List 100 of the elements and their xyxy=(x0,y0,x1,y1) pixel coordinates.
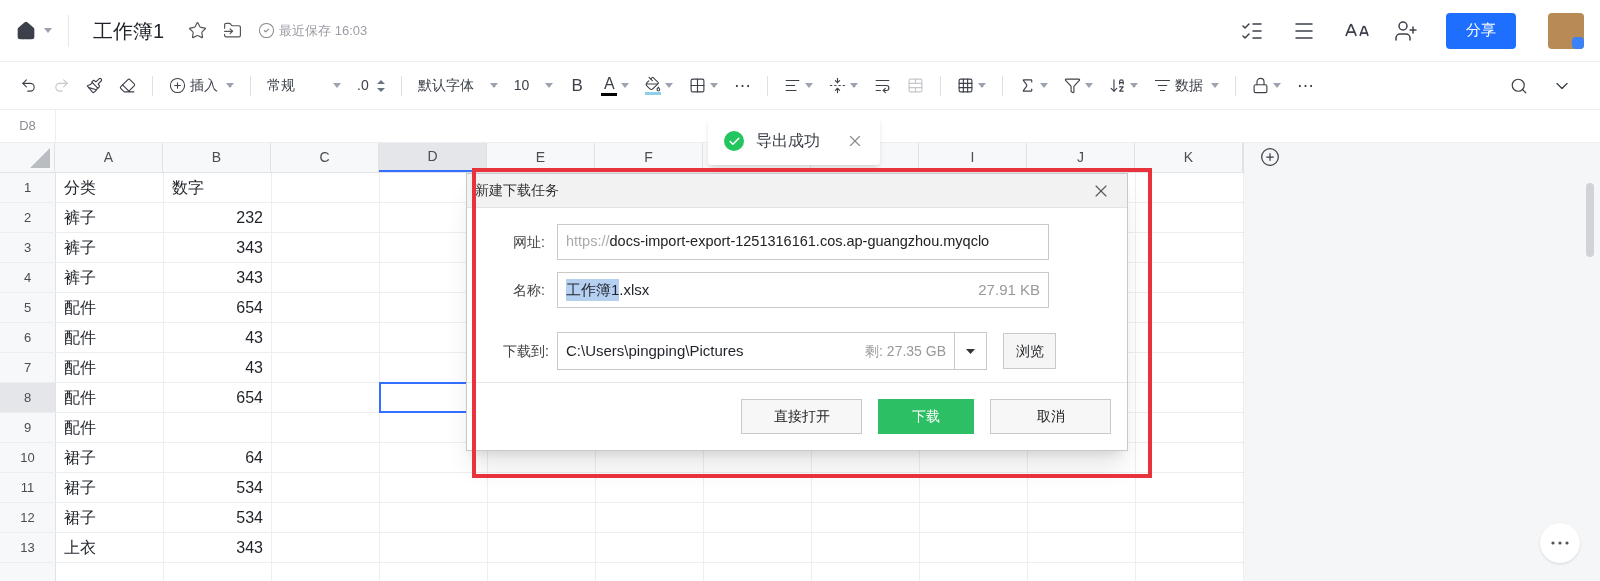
search-icon[interactable] xyxy=(1510,76,1528,95)
caret-icon xyxy=(489,83,498,88)
column-header[interactable]: D xyxy=(379,143,487,172)
caret-icon xyxy=(710,83,719,88)
table-cell: 配件 xyxy=(56,293,164,322)
list-icon xyxy=(1154,77,1172,94)
success-icon xyxy=(724,131,744,151)
row-header[interactable]: 11 xyxy=(0,473,56,502)
table-cell: 裙子 xyxy=(56,443,164,472)
toast-message: 导出成功 xyxy=(756,131,820,151)
insert-button[interactable]: 插入 xyxy=(161,69,242,102)
table-cell: 数字 xyxy=(164,173,272,202)
url-field[interactable]: https://docs-import-export-1251316161.cos.ap-guangzhou.myqclo xyxy=(557,224,1049,260)
table-cell: 裤子 xyxy=(56,263,164,292)
check-circle-icon xyxy=(258,22,276,39)
caret-icon xyxy=(665,83,674,88)
dropdown[interactable]: 默认字体 xyxy=(409,69,506,102)
dropdown[interactable]: 常规 xyxy=(259,69,349,102)
dialog-button[interactable]: 直接打开 xyxy=(741,399,862,434)
star-icon[interactable] xyxy=(188,21,208,40)
badge-icon xyxy=(1572,36,1584,49)
name-box[interactable]: D8 xyxy=(0,110,56,142)
add-user-icon[interactable] xyxy=(1394,18,1418,43)
caret-icon xyxy=(44,28,52,33)
row-header[interactable]: 7 xyxy=(0,353,56,382)
column-header[interactable]: B xyxy=(163,143,271,172)
add-column-icon[interactable] xyxy=(1260,147,1280,167)
toolbar-button[interactable]: ⋯ xyxy=(726,69,760,102)
data-button[interactable]: 数据 xyxy=(1146,69,1228,102)
table-cell: 裙子 xyxy=(56,503,164,532)
caret-icon xyxy=(966,348,975,354)
caret-icon xyxy=(805,83,814,88)
toolbar-button[interactable]: B xyxy=(561,69,594,102)
caret-icon xyxy=(1040,83,1049,88)
caret-icon xyxy=(850,83,859,88)
table-cell: 配件 xyxy=(56,413,164,442)
column-header[interactable]: A xyxy=(55,143,163,172)
table-cell: 配件 xyxy=(56,383,164,412)
row-header[interactable]: 6 xyxy=(0,323,56,352)
table-cell: 上衣 xyxy=(56,533,164,562)
table-cell: 43 xyxy=(164,323,272,352)
row-header[interactable]: 9 xyxy=(0,413,56,442)
filename-field[interactable]: 工作簿1.xlsx 27.91 KB xyxy=(557,272,1049,308)
home-icon xyxy=(16,20,36,41)
row-header[interactable]: 5 xyxy=(0,293,56,322)
row-header[interactable]: 2 xyxy=(0,203,56,232)
avatar[interactable] xyxy=(1548,12,1584,49)
dialog-button[interactable]: 取消 xyxy=(990,399,1111,434)
caret-icon xyxy=(1085,83,1094,88)
table-cell: 654 xyxy=(164,293,272,322)
caret-icon xyxy=(621,83,630,88)
row-header[interactable]: 10 xyxy=(0,443,56,472)
column-header[interactable]: J xyxy=(1027,143,1135,172)
color-bar xyxy=(645,92,662,95)
toolbar-button[interactable]: ⋯ xyxy=(1289,69,1323,102)
column-header[interactable]: K xyxy=(1135,143,1243,172)
share-button[interactable]: 分享 xyxy=(1446,12,1516,49)
dropdown[interactable]: 10 xyxy=(505,69,562,102)
scrollbar[interactable] xyxy=(1586,183,1594,257)
caret-icon xyxy=(1130,83,1139,88)
table-cell: 343 xyxy=(164,263,272,292)
row-header[interactable]: 13 xyxy=(0,533,56,562)
table-cell: 534 xyxy=(164,473,272,502)
caret-icon xyxy=(1211,83,1220,88)
caret-icon xyxy=(226,83,234,88)
decimal-stepper[interactable]: .0 xyxy=(349,69,393,102)
font-color-button[interactable]: A xyxy=(593,69,638,102)
browse-button[interactable]: 浏览 xyxy=(1003,333,1056,369)
row-header[interactable]: 4 xyxy=(0,263,56,292)
table-cell: 裤子 xyxy=(56,233,164,262)
table-cell: 分类 xyxy=(56,173,164,202)
caret-icon xyxy=(333,83,341,88)
stepper-icon xyxy=(376,78,385,93)
table-cell: 534 xyxy=(164,503,272,532)
move-icon[interactable] xyxy=(223,21,243,40)
field-label: 网址: xyxy=(512,232,545,252)
field-label: 下载到: xyxy=(502,341,549,361)
field-label: 名称: xyxy=(512,280,545,300)
table-cell: 64 xyxy=(164,443,272,472)
color-bar xyxy=(601,93,618,96)
file-size: 27.91 KB xyxy=(978,279,1040,300)
column-header[interactable]: F xyxy=(595,143,703,172)
column-header[interactable]: E xyxy=(487,143,595,172)
column-header[interactable]: I xyxy=(919,143,1027,172)
row-header[interactable]: 8 xyxy=(0,383,56,412)
table-cell: 343 xyxy=(164,533,272,562)
row-header[interactable]: 1 xyxy=(0,173,56,202)
path-field[interactable]: C:\Users\pingping\Pictures 剩: 27.35 GB xyxy=(557,332,987,370)
document-title: 工作簿1 xyxy=(93,18,165,44)
row-header[interactable]: 12 xyxy=(0,503,56,532)
save-status: 最近保存 16:03 xyxy=(279,21,368,40)
table-cell: 343 xyxy=(164,233,272,262)
table-cell: 配件 xyxy=(56,353,164,382)
free-space: 剩: 27.35 GB xyxy=(865,341,946,361)
dialog-title: 新建下载任务 xyxy=(475,181,559,200)
table-cell: 654 xyxy=(164,383,272,412)
row-header[interactable]: 3 xyxy=(0,233,56,262)
caret-icon xyxy=(978,83,987,88)
table-cell: 裙子 xyxy=(56,473,164,502)
home-button[interactable] xyxy=(16,14,69,47)
